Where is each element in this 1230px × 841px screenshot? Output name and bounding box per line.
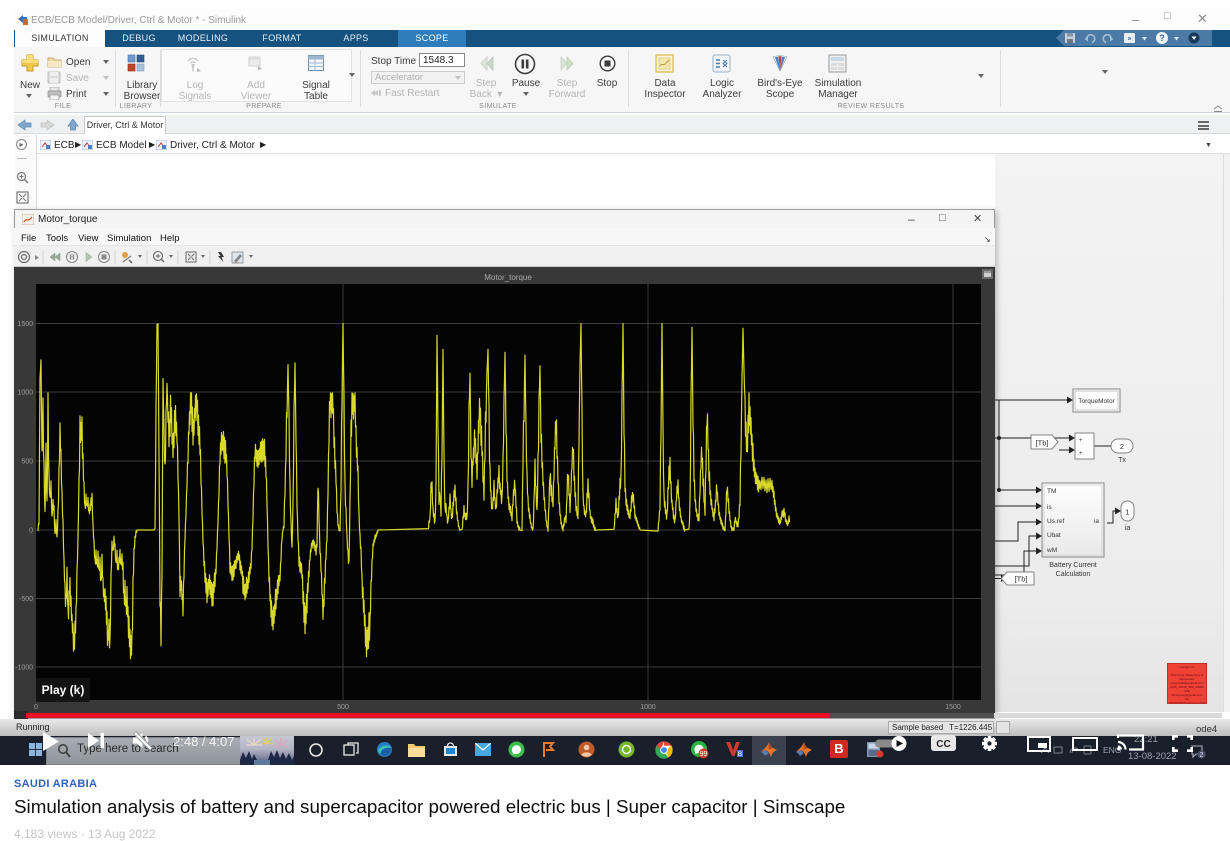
svg-text:2: 2 [1120,442,1124,451]
svg-text:+: + [1079,438,1083,444]
svg-text:[Tb]: [Tb] [1015,575,1028,584]
svg-text:Battery Current: Battery Current [1049,562,1097,569]
svg-text:-1000: -1000 [15,665,33,672]
svg-text:1500: 1500 [945,704,961,711]
svg-text:+: + [1079,451,1083,457]
svg-text:0: 0 [29,528,33,535]
svg-text:ia: ia [1094,518,1099,525]
svg-text:»: » [1128,36,1132,43]
svg-text:1: 1 [1125,508,1129,517]
svg-text:500: 500 [337,704,349,711]
svg-text:Us.ref: Us.ref [1047,518,1065,525]
svg-text:1500: 1500 [17,321,33,328]
svg-text:wM: wM [1046,547,1057,554]
svg-text:1000: 1000 [17,390,33,397]
svg-text:Ubat: Ubat [1047,532,1061,539]
svg-text:99: 99 [700,751,708,758]
svg-text:TM: TM [1047,488,1056,495]
svg-text:CC: CC [936,739,950,750]
svg-text:0: 0 [34,704,38,711]
svg-text:ia: ia [1125,525,1131,532]
svg-text:?: ? [1159,33,1165,43]
svg-text:[Tb]: [Tb] [1036,439,1049,448]
svg-text:Calculation: Calculation [1056,571,1091,578]
svg-text:Tx: Tx [1118,457,1126,464]
svg-text:TorqueMotor: TorqueMotor [1078,398,1115,405]
svg-text:1000: 1000 [640,704,656,711]
svg-text:B: B [738,751,742,758]
svg-text:2: 2 [1200,752,1204,759]
svg-text:is: is [1047,504,1052,511]
svg-text:Motor_torque: Motor_torque [484,273,532,282]
svg-text:500: 500 [21,459,33,466]
svg-text:-500: -500 [19,596,33,603]
